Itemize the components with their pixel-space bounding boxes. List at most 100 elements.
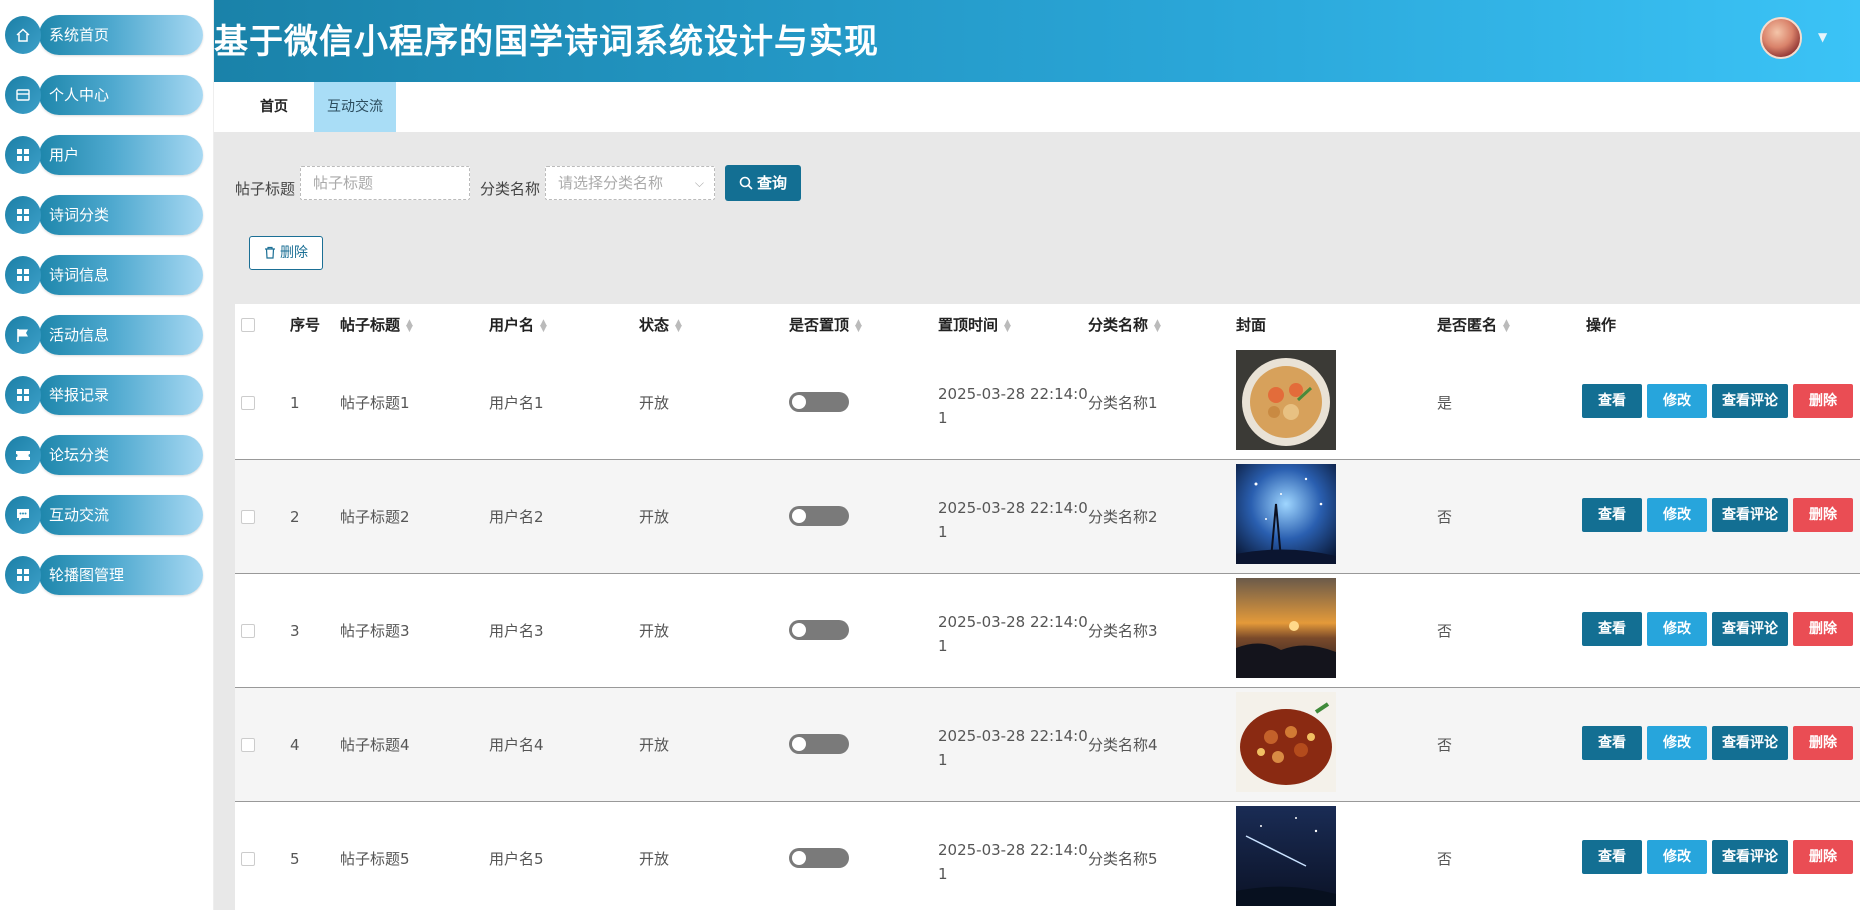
cell-username: 用户名2 [489,508,544,526]
tab-bar: 首页 互动交流 [214,82,1860,132]
col-pinned-label: 是否置顶 [789,316,850,334]
sidebar-item-carousel[interactable]: 轮播图管理 [5,555,203,595]
pin-toggle[interactable] [789,734,849,754]
grid-icon [5,256,41,294]
cover-image[interactable] [1236,692,1336,792]
edit-button[interactable]: 修改 [1647,726,1707,760]
row-checkbox[interactable] [241,738,255,752]
sidebar-item-forum-category[interactable]: 论坛分类 [5,435,203,475]
cell-category: 分类名称4 [1088,736,1158,754]
view-comments-button[interactable]: 查看评论 [1712,840,1788,874]
delete-button[interactable]: 删除 [1793,498,1853,532]
cover-image[interactable] [1236,464,1336,564]
query-button[interactable]: 查询 [725,165,801,201]
col-category-label: 分类名称 [1088,316,1149,334]
col-status[interactable]: 状态 ▲ ▼ [639,304,682,346]
sort-icon[interactable]: ▲ ▼ [675,318,682,333]
cover-image[interactable] [1236,350,1336,450]
tab-interaction[interactable]: 互动交流 [314,82,396,132]
col-title[interactable]: 帖子标题 ▲ ▼ [340,304,413,346]
view-button[interactable]: 查看 [1582,384,1642,418]
row-checkbox[interactable] [241,396,255,410]
row-checkbox[interactable] [241,852,255,866]
delete-button[interactable]: 删除 [1793,612,1853,646]
sidebar-item-label: 论坛分类 [49,446,110,464]
cell-title: 帖子标题2 [340,508,410,526]
cell-index: 5 [290,850,300,868]
chevron-down-icon: ⌵ [694,176,704,190]
cell-anonymous: 否 [1437,508,1453,526]
sort-icon[interactable]: ▲ ▼ [855,318,862,333]
col-pin-time[interactable]: 置顶时间 ▲ ▼ [938,304,1011,346]
view-button[interactable]: 查看 [1582,612,1642,646]
table-row: 5 帖子标题5 用户名5 开放 2025-03-28 22:14:01 分类名称… [235,802,1860,910]
sort-icon[interactable]: ▲ ▼ [1004,318,1011,333]
pin-toggle[interactable] [789,392,849,412]
delete-button[interactable]: 删除 [1793,840,1853,874]
col-pinned[interactable]: 是否置顶 ▲ ▼ [789,304,862,346]
cell-username: 用户名5 [489,850,544,868]
delete-button[interactable]: 删除 [1793,384,1853,418]
sidebar-item-personal-center[interactable]: 个人中心 [5,75,203,115]
grid-icon [5,376,41,414]
view-comments-button[interactable]: 查看评论 [1712,498,1788,532]
sidebar-item-interaction[interactable]: 互动交流 [5,495,203,535]
sidebar-item-poetry-info[interactable]: 诗词信息 [5,255,203,295]
category-select[interactable]: 请选择分类名称 ⌵ [545,166,715,200]
sidebar-item-poetry-category[interactable]: 诗词分类 [5,195,203,235]
sidebar-item-activity-info[interactable]: 活动信息 [5,315,203,355]
sort-icon[interactable]: ▲ ▼ [406,318,413,333]
search-icon [739,176,753,190]
sort-icon[interactable]: ▲ ▼ [1154,318,1161,333]
edit-button[interactable]: 修改 [1647,498,1707,532]
cell-category: 分类名称3 [1088,622,1158,640]
flag-icon [5,316,41,354]
view-button[interactable]: 查看 [1582,726,1642,760]
table-row: 4 帖子标题4 用户名4 开放 2025-03-28 22:14:01 分类名称… [235,688,1860,802]
cell-pin-time: 2025-03-28 22:14:01 [938,385,1088,427]
sidebar-item-report-records[interactable]: 举报记录 [5,375,203,415]
pin-toggle[interactable] [789,620,849,640]
cover-image[interactable] [1236,806,1336,906]
main-content: 帖子标题 帖子标题 分类名称 请选择分类名称 ⌵ 查询 删除 序号 帖子标题 ▲ ▼… [214,132,1860,910]
batch-delete-button[interactable]: 删除 [249,236,323,270]
ticket-icon [5,436,41,474]
pin-toggle[interactable] [789,506,849,526]
avatar[interactable] [1760,17,1802,59]
chevron-down-icon[interactable]: ▼ [1818,30,1827,44]
cover-image[interactable] [1236,578,1336,678]
home-icon [5,16,41,54]
sidebar-item-users[interactable]: 用户 [5,135,203,175]
view-button[interactable]: 查看 [1582,498,1642,532]
wallet-icon [5,76,41,114]
select-all-checkbox[interactable] [241,318,255,332]
col-pin-time-label: 置顶时间 [938,316,999,334]
view-comments-button[interactable]: 查看评论 [1712,384,1788,418]
edit-button[interactable]: 修改 [1647,612,1707,646]
view-button[interactable]: 查看 [1582,840,1642,874]
delete-button[interactable]: 删除 [1793,726,1853,760]
row-checkbox[interactable] [241,624,255,638]
cell-pin-time: 2025-03-28 22:14:01 [938,841,1088,883]
edit-button[interactable]: 修改 [1647,384,1707,418]
view-comments-button[interactable]: 查看评论 [1712,726,1788,760]
sidebar-item-home[interactable]: 系统首页 [5,15,203,55]
cell-status: 开放 [639,622,670,640]
table-row: 3 帖子标题3 用户名3 开放 2025-03-28 22:14:01 分类名称… [235,574,1860,688]
row-checkbox[interactable] [241,510,255,524]
pin-toggle[interactable] [789,848,849,868]
col-username[interactable]: 用户名 ▲ ▼ [489,304,547,346]
col-category[interactable]: 分类名称 ▲ ▼ [1088,304,1161,346]
sort-icon[interactable]: ▲ ▼ [540,318,547,333]
col-anonymous[interactable]: 是否匿名 ▲ ▼ [1437,304,1510,346]
view-comments-button[interactable]: 查看评论 [1712,612,1788,646]
tab-home[interactable]: 首页 [240,82,308,132]
sidebar-item-label: 轮播图管理 [49,566,125,584]
title-search-input[interactable]: 帖子标题 [300,166,470,200]
grid-icon [5,196,41,234]
sort-icon[interactable]: ▲ ▼ [1503,318,1510,333]
edit-button[interactable]: 修改 [1647,840,1707,874]
cell-anonymous: 否 [1437,622,1453,640]
sidebar: 系统首页 个人中心 用户 诗词分类 诗词信息 活动信息 举报记录 论坛分类 互动… [0,0,214,910]
cell-status: 开放 [639,850,670,868]
